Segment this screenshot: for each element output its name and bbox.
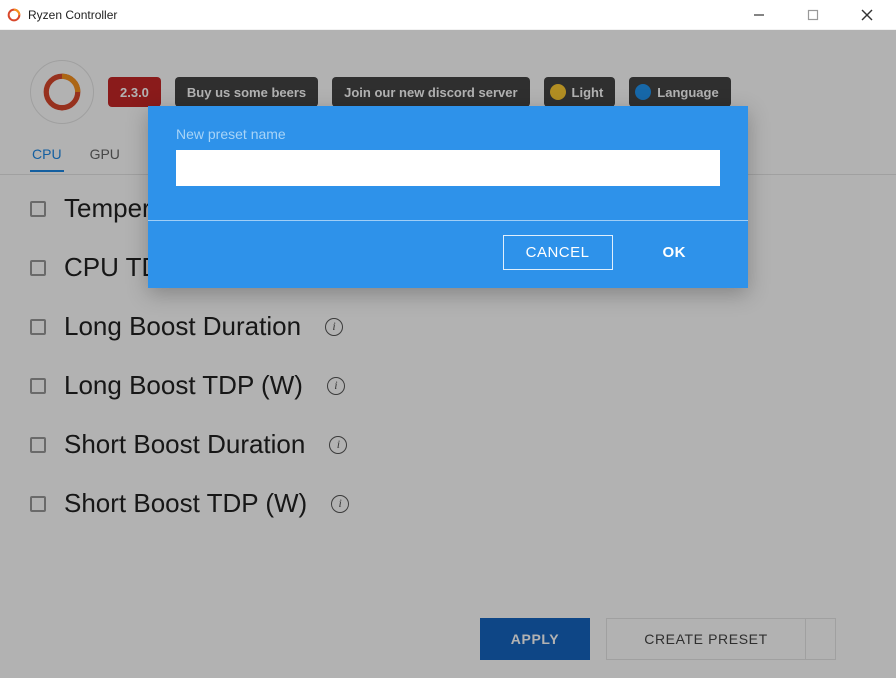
checkbox[interactable] bbox=[30, 496, 46, 512]
setting-short-boost-tdp: Short Boost TDP (W) i bbox=[30, 488, 866, 519]
preset-name-input[interactable] bbox=[176, 150, 720, 186]
setting-label: Long Boost TDP (W) bbox=[64, 370, 303, 401]
setting-label: Short Boost TDP (W) bbox=[64, 488, 307, 519]
sun-icon bbox=[550, 84, 566, 100]
setting-label: Short Boost Duration bbox=[64, 429, 305, 460]
theme-label: Light bbox=[572, 85, 604, 100]
info-icon[interactable]: i bbox=[325, 318, 343, 336]
setting-short-boost-duration: Short Boost Duration i bbox=[30, 429, 866, 460]
footer-bar: APPLY CREATE PRESET bbox=[480, 618, 836, 660]
tab-cpu[interactable]: CPU bbox=[30, 138, 64, 172]
discord-button[interactable]: Join our new discord server bbox=[332, 77, 529, 107]
checkbox[interactable] bbox=[30, 201, 46, 217]
setting-long-boost-duration: Long Boost Duration i bbox=[30, 311, 866, 342]
close-button[interactable] bbox=[844, 0, 890, 30]
modal-label: New preset name bbox=[176, 126, 720, 142]
create-preset-menu-button[interactable] bbox=[806, 618, 836, 660]
new-preset-modal: New preset name CANCEL OK bbox=[148, 106, 748, 288]
info-icon[interactable]: i bbox=[331, 495, 349, 513]
tab-gpu[interactable]: GPU bbox=[88, 138, 122, 172]
version-badge: 2.3.0 bbox=[108, 77, 161, 107]
buy-beers-button[interactable]: Buy us some beers bbox=[175, 77, 318, 107]
checkbox[interactable] bbox=[30, 378, 46, 394]
ok-button[interactable]: OK bbox=[641, 235, 709, 270]
cancel-button[interactable]: CANCEL bbox=[503, 235, 613, 270]
app-icon bbox=[6, 7, 22, 23]
titlebar: Ryzen Controller bbox=[0, 0, 896, 30]
info-icon[interactable]: i bbox=[327, 377, 345, 395]
language-label: Language bbox=[657, 85, 718, 100]
language-button[interactable]: Language bbox=[629, 77, 730, 107]
maximize-button[interactable] bbox=[790, 0, 836, 30]
setting-long-boost-tdp: Long Boost TDP (W) i bbox=[30, 370, 866, 401]
info-icon[interactable]: i bbox=[329, 436, 347, 454]
checkbox[interactable] bbox=[30, 260, 46, 276]
client-area: 2.3.0 Buy us some beers Join our new dis… bbox=[0, 30, 896, 678]
apply-button[interactable]: APPLY bbox=[480, 618, 590, 660]
create-preset-button[interactable]: CREATE PRESET bbox=[606, 618, 806, 660]
checkbox[interactable] bbox=[30, 437, 46, 453]
window-title: Ryzen Controller bbox=[28, 8, 117, 22]
globe-icon bbox=[635, 84, 651, 100]
checkbox[interactable] bbox=[30, 319, 46, 335]
theme-light-button[interactable]: Light bbox=[544, 77, 616, 107]
app-logo bbox=[30, 60, 94, 124]
minimize-button[interactable] bbox=[736, 0, 782, 30]
setting-label: Long Boost Duration bbox=[64, 311, 301, 342]
